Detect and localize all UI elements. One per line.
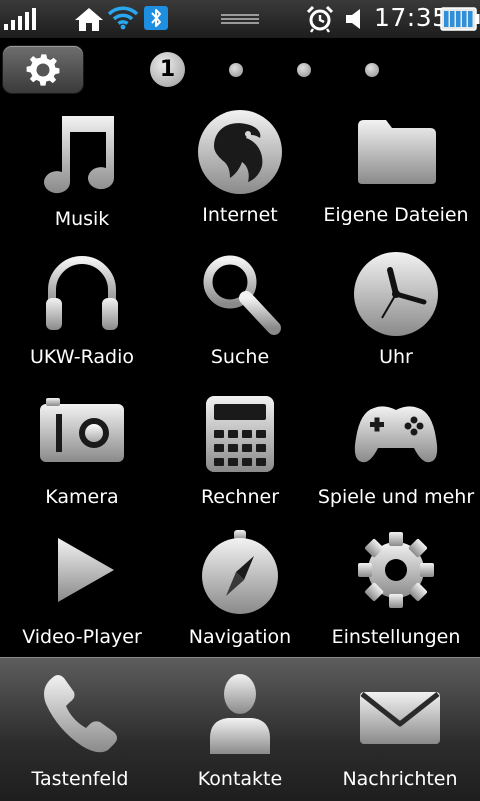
gear-icon xyxy=(358,532,434,608)
app-label: Suche xyxy=(210,346,270,368)
app-label: Navigation xyxy=(188,626,292,648)
home-settings-button[interactable] xyxy=(3,46,83,93)
dock-label: Nachrichten xyxy=(342,768,458,790)
dock-label: Kontakte xyxy=(197,768,283,790)
headphones-icon xyxy=(46,256,118,330)
calculator-icon xyxy=(206,396,274,472)
alarm-icon xyxy=(306,5,334,33)
music-note-icon xyxy=(44,116,115,194)
app-video-player[interactable]: Video-Player xyxy=(2,530,162,670)
dock-nachrichten[interactable]: Nachrichten xyxy=(320,658,480,801)
bluetooth-icon xyxy=(144,6,168,30)
app-ukw-radio[interactable]: UKW-Radio xyxy=(2,250,162,390)
contact-icon xyxy=(210,674,270,754)
play-icon xyxy=(58,538,114,602)
notification-handle[interactable] xyxy=(221,13,259,25)
app-rechner[interactable]: Rechner xyxy=(160,390,320,530)
app-label: Rechner xyxy=(200,486,280,508)
app-eigene-dateien[interactable]: Eigene Dateien xyxy=(316,108,476,248)
app-einstellungen[interactable]: Einstellungen xyxy=(316,530,476,670)
app-label: Uhr xyxy=(379,346,413,368)
app-label: Spiele und mehr xyxy=(317,486,475,508)
volume-icon xyxy=(346,9,360,29)
app-label: Video-Player xyxy=(22,626,142,648)
page-indicator-dot[interactable] xyxy=(229,63,243,77)
phone-icon xyxy=(44,675,117,753)
app-uhr[interactable]: Uhr xyxy=(316,250,476,390)
page-indicator-dot[interactable] xyxy=(365,63,379,77)
app-navigation[interactable]: Navigation xyxy=(160,530,320,670)
page-indicator-current[interactable]: 1 xyxy=(150,52,185,87)
dock-kontakte[interactable]: Kontakte xyxy=(160,658,320,801)
folder-icon xyxy=(358,120,436,184)
magnifier-icon xyxy=(203,255,281,335)
signal-strength-icon xyxy=(4,8,36,30)
app-suche[interactable]: Suche xyxy=(160,250,320,390)
battery-icon xyxy=(440,7,480,31)
globe-browser-icon xyxy=(198,110,282,194)
app-label: Internet xyxy=(202,204,278,226)
app-label: Kamera xyxy=(45,486,119,508)
page-indicator-dot[interactable] xyxy=(297,63,311,77)
app-label: Einstellungen xyxy=(331,626,461,648)
status-bar[interactable]: 17:35 xyxy=(0,0,480,39)
status-clock: 17:35 xyxy=(374,3,449,32)
app-kamera[interactable]: Kamera xyxy=(2,390,162,530)
dock-tastenfeld[interactable]: Tastenfeld xyxy=(0,658,160,801)
home-icon xyxy=(75,8,103,31)
app-internet[interactable]: Internet xyxy=(160,108,320,248)
app-label: UKW-Radio xyxy=(30,346,134,368)
app-musik[interactable]: Musik xyxy=(2,112,162,252)
camera-icon xyxy=(40,398,124,462)
dock: Tastenfeld Kontakte Nachrichten xyxy=(0,657,480,801)
gamepad-icon xyxy=(354,406,438,463)
envelope-icon xyxy=(360,692,440,744)
gear-icon xyxy=(26,54,60,86)
wifi-icon xyxy=(107,6,139,30)
app-label: Eigene Dateien xyxy=(323,204,469,226)
clock-icon xyxy=(354,252,438,336)
dock-label: Tastenfeld xyxy=(31,768,129,790)
app-label: Musik xyxy=(54,208,110,230)
compass-icon xyxy=(202,530,278,614)
app-spiele-und-mehr[interactable]: Spiele und mehr xyxy=(316,390,476,530)
